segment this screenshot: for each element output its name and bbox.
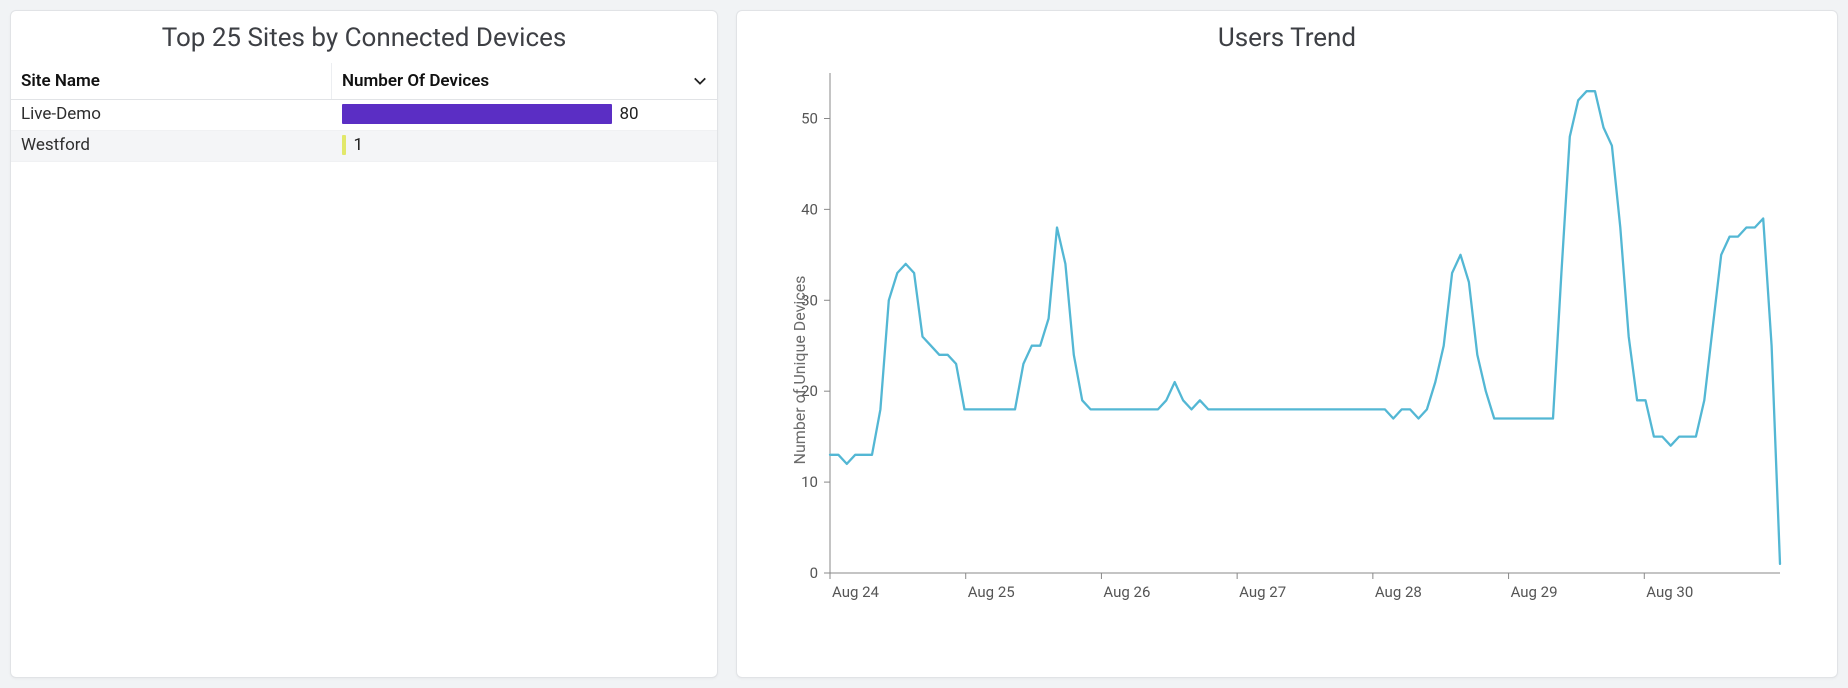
line-chart-svg: 01020304050Aug 24Aug 25Aug 26Aug 27Aug 2… <box>761 63 1809 623</box>
svg-text:Aug 26: Aug 26 <box>1103 583 1150 601</box>
chevron-down-icon <box>693 74 707 88</box>
svg-text:40: 40 <box>801 200 818 218</box>
device-bar-label: 1 <box>354 135 364 155</box>
table-row[interactable]: Live-Demo 80 <box>11 100 717 131</box>
device-count-cell: 80 <box>332 100 718 131</box>
users-trend-title: Users Trend <box>737 11 1837 63</box>
svg-text:Aug 30: Aug 30 <box>1646 583 1693 601</box>
col-number-of-devices[interactable]: Number Of Devices <box>332 63 718 100</box>
svg-text:0: 0 <box>810 564 818 582</box>
col-devices-label: Number Of Devices <box>342 71 489 91</box>
device-bar <box>342 135 346 155</box>
svg-text:Aug 28: Aug 28 <box>1375 583 1422 601</box>
svg-text:Aug 29: Aug 29 <box>1511 583 1558 601</box>
table-row[interactable]: Westford 1 <box>11 131 717 162</box>
col-site-name[interactable]: Site Name <box>11 63 332 100</box>
top-sites-card: Top 25 Sites by Connected Devices Site N… <box>10 10 718 678</box>
device-count-cell: 1 <box>332 131 718 162</box>
y-axis-title: Number of Unique Devices <box>790 276 809 465</box>
users-trend-card: Users Trend Number of Unique Devices 0 10… <box>736 10 1838 678</box>
users-trend-chart: Number of Unique Devices 01020304050Aug … <box>737 63 1837 677</box>
svg-text:Aug 25: Aug 25 <box>968 583 1015 601</box>
device-bar-label: 80 <box>620 104 639 124</box>
top-sites-title: Top 25 Sites by Connected Devices <box>11 11 717 63</box>
top-sites-table: Site Name Number Of Devices Live-Demo 80 W… <box>11 63 717 162</box>
svg-text:50: 50 <box>801 109 818 127</box>
site-name-cell: Westford <box>11 131 332 162</box>
svg-text:Aug 24: Aug 24 <box>832 583 880 601</box>
svg-text:10: 10 <box>801 473 818 491</box>
device-bar <box>342 104 612 124</box>
col-site-name-label: Site Name <box>21 71 100 91</box>
svg-text:Aug 27: Aug 27 <box>1239 583 1286 601</box>
site-name-cell: Live-Demo <box>11 100 332 131</box>
